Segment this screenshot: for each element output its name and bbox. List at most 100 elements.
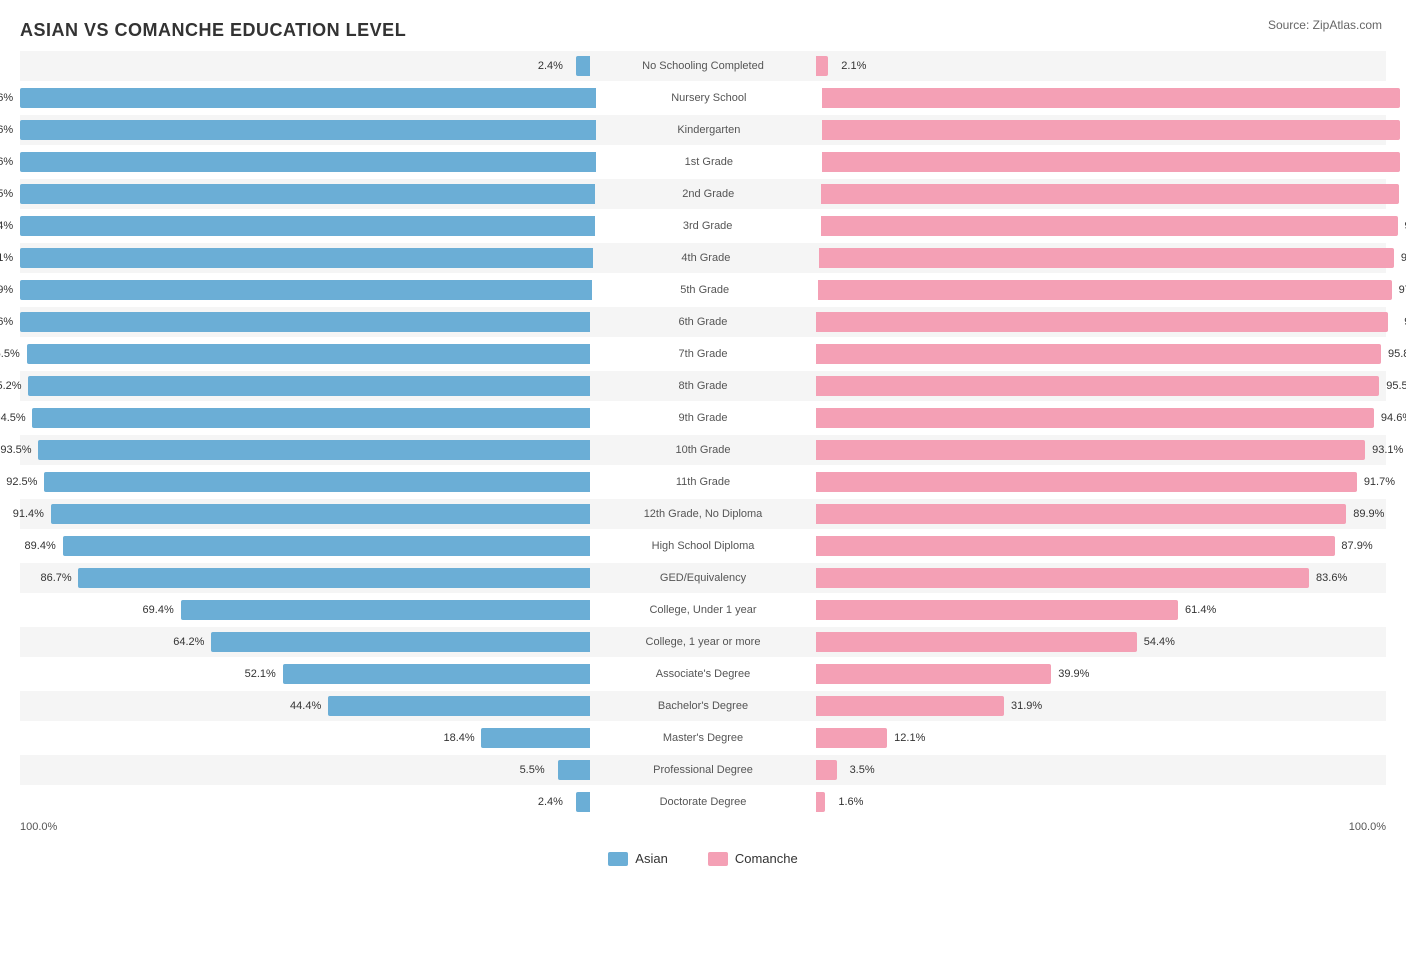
axis-row: 100.0% 100.0%: [20, 821, 1386, 833]
row-label: Bachelor's Degree: [590, 700, 816, 712]
comanche-bar: 95.8%: [816, 344, 1381, 364]
row-label: GED/Equivalency: [590, 572, 816, 584]
comanche-value: 2.1%: [841, 60, 866, 72]
table-row: 89.4%High School Diploma87.9%: [20, 531, 1386, 561]
asian-bar-container: 95.2%: [20, 371, 590, 401]
asian-bar-container: 96.9%: [20, 275, 592, 305]
asian-bar: 69.4%: [181, 600, 590, 620]
comanche-bar-container: 31.9%: [816, 691, 1386, 721]
chart-container: ASIAN VS COMANCHE EDUCATION LEVEL Source…: [0, 0, 1406, 975]
comanche-bar: 1.6%: [816, 792, 825, 812]
asian-bar: 97.6%: [20, 120, 596, 140]
asian-bar-container: 97.5%: [20, 179, 595, 209]
asian-bar-container: 18.4%: [20, 723, 590, 753]
table-row: 5.5%Professional Degree3.5%: [20, 755, 1386, 785]
asian-bar: 64.2%: [211, 632, 590, 652]
comanche-bar: 3.5%: [816, 760, 837, 780]
comanche-bar: 61.4%: [816, 600, 1178, 620]
row-label: 5th Grade: [592, 284, 818, 296]
row-label: College, 1 year or more: [590, 636, 816, 648]
asian-value: 96.6%: [0, 316, 13, 328]
table-row: 18.4%Master's Degree12.1%: [20, 723, 1386, 753]
row-label: 1st Grade: [596, 156, 822, 168]
comanche-bar: 97.8%: [821, 216, 1398, 236]
comanche-value: 31.9%: [1011, 700, 1042, 712]
bars-area: 2.4%No Schooling Completed2.1%97.6%Nurse…: [20, 51, 1386, 817]
comanche-bar: 12.1%: [816, 728, 887, 748]
asian-value: 69.4%: [143, 604, 174, 616]
asian-bar-container: 95.5%: [20, 339, 590, 369]
asian-bar-container: 96.6%: [20, 307, 590, 337]
asian-bar: 92.5%: [44, 472, 590, 492]
asian-bar: 97.1%: [20, 248, 593, 268]
asian-value: 89.4%: [25, 540, 56, 552]
comanche-bar-container: 97.8%: [821, 211, 1398, 241]
axis-right: 100.0%: [813, 821, 1386, 833]
asian-bar: 91.4%: [51, 504, 590, 524]
row-label: Professional Degree: [590, 764, 816, 776]
asian-bar-container: 97.6%: [20, 147, 596, 177]
table-row: 86.7%GED/Equivalency83.6%: [20, 563, 1386, 593]
table-row: 97.6%Nursery School98%: [20, 83, 1386, 113]
table-row: 2.4%No Schooling Completed2.1%: [20, 51, 1386, 81]
asian-bar-container: 89.4%: [20, 531, 590, 561]
asian-bar: 18.4%: [481, 728, 590, 748]
asian-value: 91.4%: [13, 508, 44, 520]
comanche-bar: 2.1%: [816, 56, 828, 76]
asian-bar: 52.1%: [283, 664, 590, 684]
comanche-bar: 54.4%: [816, 632, 1137, 652]
table-row: 97.4%3rd Grade97.8%: [20, 211, 1386, 241]
asian-bar: 97.6%: [20, 152, 596, 172]
asian-bar: 96.6%: [20, 312, 590, 332]
row-label: High School Diploma: [590, 540, 816, 552]
table-row: 97.6%Kindergarten98%: [20, 115, 1386, 145]
asian-bar: 5.5%: [558, 760, 590, 780]
row-label: Associate's Degree: [590, 668, 816, 680]
legend-comanche-box: [708, 852, 728, 866]
asian-value: 64.2%: [173, 636, 204, 648]
asian-bar-container: 86.7%: [20, 563, 590, 593]
row-label: 8th Grade: [590, 380, 816, 392]
comanche-bar: 97.5%: [819, 248, 1394, 268]
asian-value: 92.5%: [6, 476, 37, 488]
asian-bar: 89.4%: [63, 536, 590, 556]
comanche-value: 95.8%: [1388, 348, 1406, 360]
comanche-value: 93.1%: [1372, 444, 1403, 456]
comanche-bar-container: 98%: [822, 83, 1400, 113]
comanche-value: 3.5%: [850, 764, 875, 776]
asian-value: 97.4%: [0, 220, 13, 232]
asian-value: 2.4%: [538, 796, 563, 808]
asian-value: 2.4%: [538, 60, 563, 72]
asian-value: 97.6%: [0, 92, 13, 104]
comanche-value: 87.9%: [1341, 540, 1372, 552]
asian-bar: 97.4%: [20, 216, 595, 236]
asian-value: 94.5%: [0, 412, 26, 424]
asian-bar-container: 97.6%: [20, 83, 596, 113]
table-row: 93.5%10th Grade93.1%: [20, 435, 1386, 465]
comanche-bar-container: 97.3%: [818, 275, 1392, 305]
asian-bar: 96.9%: [20, 280, 592, 300]
asian-bar: 95.2%: [28, 376, 590, 396]
asian-bar: 86.7%: [78, 568, 590, 588]
comanche-bar-container: 3.5%: [816, 755, 1386, 785]
asian-value: 44.4%: [290, 700, 321, 712]
asian-value: 52.1%: [245, 668, 276, 680]
asian-bar-container: 97.1%: [20, 243, 593, 273]
asian-value: 5.5%: [520, 764, 545, 776]
asian-bar-container: 69.4%: [20, 595, 590, 625]
asian-value: 95.5%: [0, 348, 20, 360]
comanche-bar-container: 83.6%: [816, 563, 1386, 593]
comanche-bar: 98%: [822, 152, 1400, 172]
table-row: 97.1%4th Grade97.5%: [20, 243, 1386, 273]
comanche-bar: 98%: [822, 120, 1400, 140]
asian-bar-container: 52.1%: [20, 659, 590, 689]
asian-bar-container: 97.4%: [20, 211, 595, 241]
comanche-bar-container: 91.7%: [816, 467, 1386, 497]
comanche-bar-container: 95.5%: [816, 371, 1386, 401]
comanche-bar-container: 39.9%: [816, 659, 1386, 689]
comanche-value: 94.6%: [1381, 412, 1406, 424]
asian-bar: 95.5%: [27, 344, 590, 364]
table-row: 95.2%8th Grade95.5%: [20, 371, 1386, 401]
asian-value: 97.6%: [0, 124, 13, 136]
row-label: 11th Grade: [590, 476, 816, 488]
